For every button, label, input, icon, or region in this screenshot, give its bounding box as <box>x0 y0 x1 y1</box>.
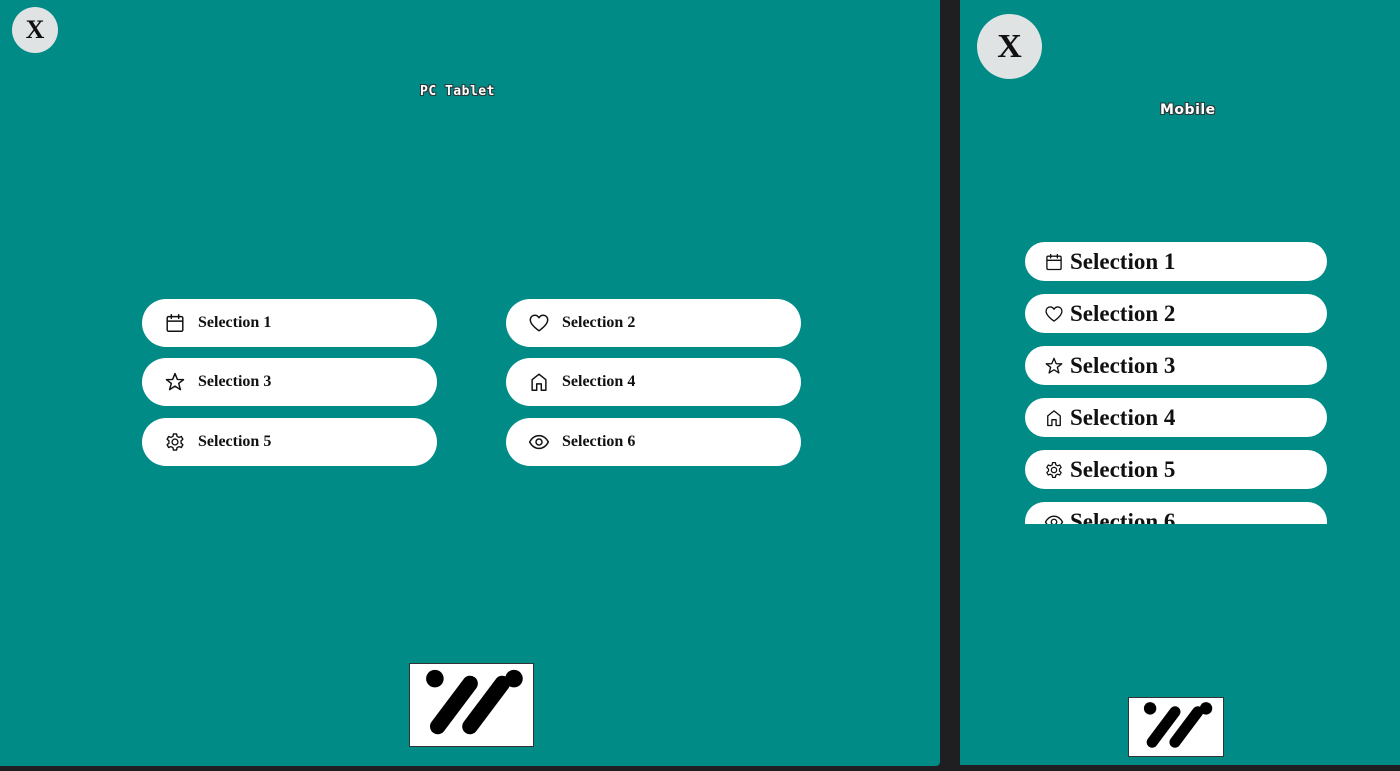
selection-label: Selection 2 <box>1070 300 1176 326</box>
selection-4-button[interactable]: Selection 4 <box>506 358 801 406</box>
close-button[interactable]: X <box>12 7 58 53</box>
mobile-panel: X Mobile Selection 1 Selection 2 Selecti… <box>960 0 1400 765</box>
star-icon <box>164 371 186 393</box>
preview-stage: X PC Tablet Selection 1 Selection 2 Sele… <box>0 0 1400 771</box>
selection-label: Selection 1 <box>1070 248 1176 274</box>
mobile-selection-list[interactable]: Selection 1 Selection 2 Selection 3 Sele… <box>960 240 1400 524</box>
pc-tablet-panel: X PC Tablet Selection 1 Selection 2 Sele… <box>0 0 940 766</box>
selection-label: Selection 3 <box>198 373 272 390</box>
selection-2-button[interactable]: Selection 2 <box>1025 294 1327 333</box>
selection-4-button[interactable]: Selection 4 <box>1025 398 1327 437</box>
selection-label: Selection 3 <box>1070 352 1176 378</box>
close-button[interactable]: X <box>977 14 1042 79</box>
selection-1-button[interactable]: Selection 1 <box>1025 242 1327 281</box>
selection-label: Selection 5 <box>1070 456 1176 482</box>
selection-5-button[interactable]: Selection 5 <box>1025 450 1327 489</box>
selection-6-button[interactable]: Selection 6 <box>1025 502 1327 524</box>
gear-icon <box>164 431 186 453</box>
selection-label: Selection 2 <box>562 314 636 331</box>
selection-3-button[interactable]: Selection 3 <box>1025 346 1327 385</box>
selection-2-button[interactable]: Selection 2 <box>506 299 801 347</box>
selection-1-button[interactable]: Selection 1 <box>142 299 437 347</box>
heart-icon <box>528 312 550 334</box>
device-label: PC Tablet <box>420 84 495 99</box>
selection-label: Selection 6 <box>1070 508 1176 525</box>
calendar-icon <box>164 312 186 334</box>
calendar-icon <box>1044 252 1064 272</box>
selection-5-button[interactable]: Selection 5 <box>142 418 437 466</box>
selection-label: Selection 5 <box>198 433 272 450</box>
selection-label: Selection 6 <box>562 433 636 450</box>
selection-label: Selection 1 <box>198 314 272 331</box>
home-icon <box>528 371 550 393</box>
gear-icon <box>1044 460 1064 480</box>
selection-3-button[interactable]: Selection 3 <box>142 358 437 406</box>
eye-icon <box>528 431 550 453</box>
home-icon <box>1044 408 1064 428</box>
star-icon <box>1044 356 1064 376</box>
brand-logo <box>1128 697 1224 757</box>
brand-logo <box>409 663 534 747</box>
heart-icon <box>1044 304 1064 324</box>
eye-icon <box>1044 512 1064 524</box>
selection-label: Selection 4 <box>1070 404 1176 430</box>
selection-6-button[interactable]: Selection 6 <box>506 418 801 466</box>
device-label: Mobile <box>1160 102 1216 118</box>
selection-label: Selection 4 <box>562 373 636 390</box>
